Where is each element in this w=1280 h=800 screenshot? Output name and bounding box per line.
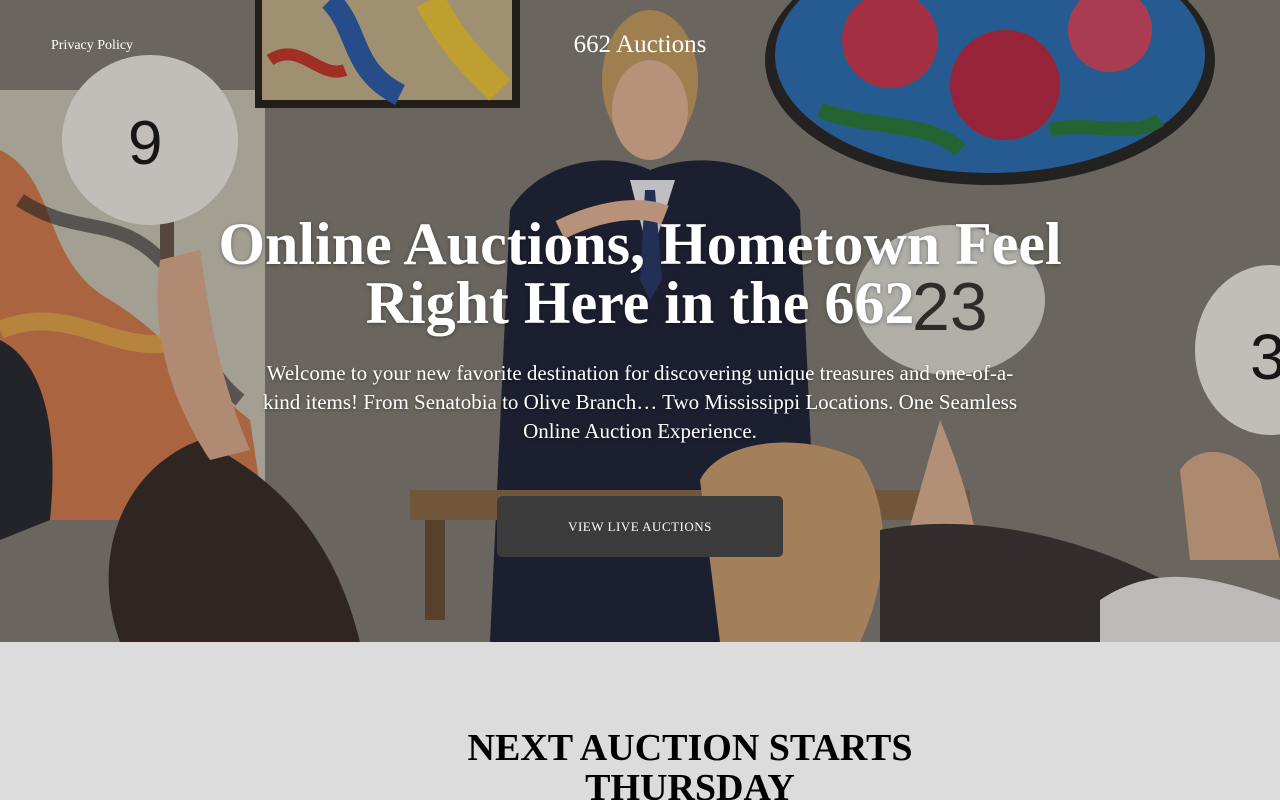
hero-subtext: Welcome to your new favorite destination… [262,361,1018,443]
hero-headline: Online Auctions, Hometown Feel Right Her… [218,211,1062,336]
view-live-auctions-button[interactable]: VIEW LIVE AUCTIONS [497,496,783,557]
next-auction-section: NEXT AUCTION STARTS THURSDAY [0,642,1280,800]
hero-section: 9 23 3 Privacy Policy 662 Auctions Onlin… [0,0,1280,642]
next-auction-heading: NEXT AUCTION STARTS THURSDAY [467,727,913,800]
site-title[interactable]: 662 Auctions [0,31,1280,59]
